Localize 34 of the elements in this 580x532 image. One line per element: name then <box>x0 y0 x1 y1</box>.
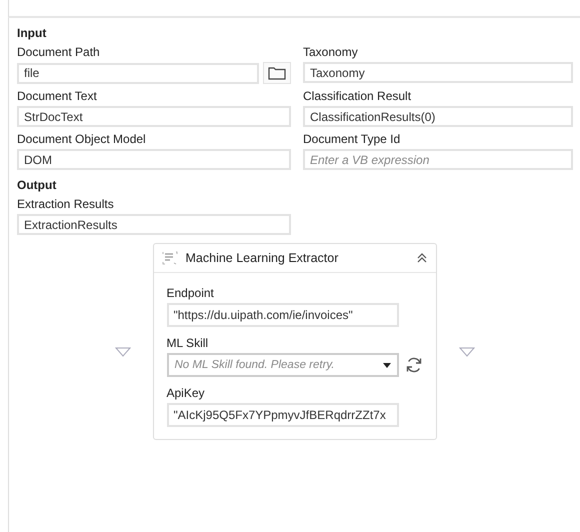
field-label: Classification Result <box>303 88 412 104</box>
caret-icon <box>382 362 390 368</box>
field-label: ML Skill <box>166 335 210 351</box>
field-label: Document Object Model <box>17 131 147 147</box>
refresh-button[interactable] <box>404 356 422 374</box>
dropdown-field[interactable]: No ML Skill found. Please retry. <box>166 353 398 377</box>
field-label: ApiKey <box>166 385 206 401</box>
activity-title: Machine Learning Extractor <box>186 251 340 265</box>
section-title: Input <box>17 26 48 40</box>
input-field[interactable]: "AIcKj95Q5Fx7YPpmyvJfBERqdrrZZt7x <box>166 403 398 427</box>
field-label: Document Type Id <box>303 131 402 147</box>
input-field[interactable]: DOM <box>17 149 291 170</box>
input-field[interactable]: Taxonomy <box>303 62 573 83</box>
section-title: Output <box>17 178 58 192</box>
field-label: Endpoint <box>166 285 215 301</box>
extractor-icon <box>162 251 178 265</box>
input-field[interactable]: ClassificationResults(0) <box>303 106 573 127</box>
dropdown-placeholder: No ML Skill found. Please retry. <box>174 359 335 371</box>
field-label: Document Path <box>17 44 101 60</box>
input-field[interactable]: Enter a VB expression <box>303 149 573 170</box>
folder-icon <box>268 66 286 80</box>
drop-arrow-icon <box>458 346 474 356</box>
input-field[interactable]: ExtractionResults <box>17 214 291 235</box>
refresh-icon <box>404 356 422 374</box>
input-field[interactable]: "https://du.uipath.com/ie/invoices" <box>166 303 398 327</box>
collapse-button[interactable] <box>416 252 428 264</box>
input-field[interactable]: file <box>17 62 259 84</box>
browse-button[interactable] <box>263 62 291 84</box>
field-label: Extraction Results <box>17 196 115 212</box>
input-field[interactable]: StrDocText <box>17 106 291 127</box>
drop-arrow-icon <box>114 346 130 356</box>
chevron-icon <box>416 252 428 264</box>
field-label: Taxonomy <box>303 44 359 60</box>
field-label: Document Text <box>17 88 98 104</box>
